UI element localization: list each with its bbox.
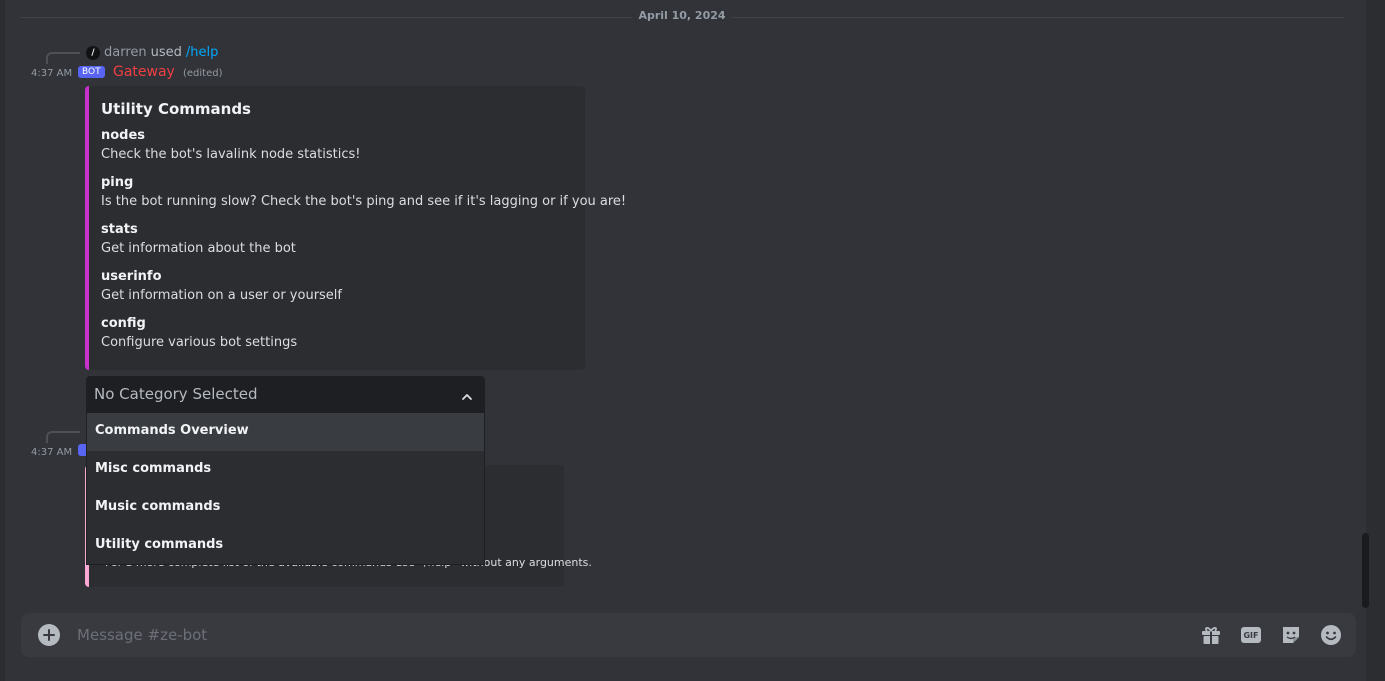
plus-circle-icon[interactable] (38, 624, 60, 646)
message-composer: GIF (21, 613, 1356, 657)
embed-field-name: userinfo (101, 269, 162, 284)
select-option-utility-commands[interactable]: Utility commands (87, 527, 484, 565)
embed-field: stats Get information about the bot (101, 221, 573, 259)
message-author[interactable]: Gateway (113, 64, 175, 80)
date-divider: April 10, 2024 (20, 0, 1344, 34)
embed-field-name: stats (101, 222, 138, 237)
select-option-commands-overview[interactable]: Commands Overview (87, 413, 484, 451)
command-invocation-line: / darren used /help (86, 45, 218, 60)
embed-field: config Configure various bot settings (101, 315, 573, 353)
category-select[interactable]: No Category Selected (86, 376, 485, 413)
select-option-music-commands[interactable]: Music commands (87, 489, 484, 527)
embed-field-value: Check the bot's lavalink node statistics… (101, 147, 361, 162)
left-edge (0, 0, 5, 681)
embed-field: userinfo Get information on a user or yo… (101, 268, 573, 306)
embed-field: ping Is the bot running slow? Check the … (101, 174, 627, 212)
command-name-link[interactable]: /help (186, 45, 218, 60)
embed-field-name: nodes (101, 128, 146, 143)
embed-field: nodes Check the bot's lavalink node stat… (101, 127, 573, 165)
embed-field-name: ping (101, 175, 134, 190)
gif-label: GIF (1241, 627, 1261, 643)
message-timestamp[interactable]: 4:37 AM (31, 68, 72, 79)
embed-field-value: Get information about the bot (101, 241, 296, 256)
sticker-icon[interactable] (1279, 623, 1303, 647)
gif-icon[interactable]: GIF (1239, 623, 1263, 647)
emoji-icon[interactable] (1319, 623, 1343, 647)
gift-icon[interactable] (1199, 623, 1223, 647)
category-select-placeholder: No Category Selected (94, 385, 258, 403)
embed-field-value: Is the bot running slow? Check the bot's… (101, 194, 627, 209)
scrollbar-thumb[interactable] (1362, 533, 1369, 608)
embed-title: Utility Commands (101, 100, 251, 118)
message-timestamp[interactable]: 4:37 AM (31, 447, 72, 458)
message-input[interactable] (77, 613, 1157, 657)
bot-badge: BOT (78, 66, 105, 78)
help-embed: Utility Commands nodes Check the bot's l… (85, 86, 627, 370)
date-divider-label: April 10, 2024 (632, 9, 732, 22)
embed-field-value: Get information on a user or yourself (101, 288, 342, 303)
reply-spine (46, 431, 80, 443)
command-used-text: used (150, 45, 182, 60)
slash-command-icon: / (86, 45, 100, 60)
reply-spine (46, 52, 80, 64)
command-user[interactable]: darren (104, 45, 147, 60)
embed-field-value: Configure various bot settings (101, 335, 298, 350)
embed-field-name: config (101, 316, 146, 331)
chevron-up-icon (461, 388, 473, 407)
category-select-menu: Commands Overview Misc commands Music co… (86, 413, 485, 565)
edited-label[interactable]: (edited) (183, 68, 223, 79)
select-option-misc-commands[interactable]: Misc commands (87, 451, 484, 489)
